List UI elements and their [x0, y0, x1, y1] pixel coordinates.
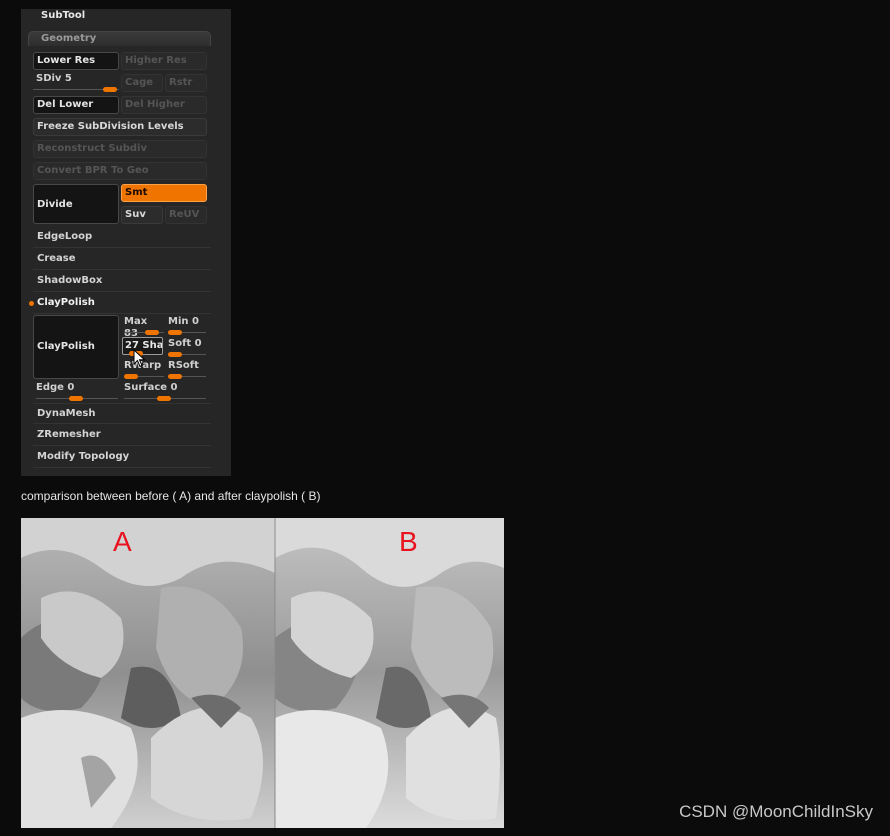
label-b: B	[399, 526, 418, 557]
sdiv-knob[interactable]	[103, 87, 117, 92]
higher-res-button[interactable]: Higher Res	[121, 52, 207, 70]
shadowbox-row[interactable]: ShadowBox	[33, 271, 211, 292]
surface-knob[interactable]	[157, 396, 171, 401]
comparison-caption: comparison between before ( A) and after…	[21, 489, 321, 503]
soft-knob[interactable]	[168, 352, 182, 357]
reuv-button[interactable]: ReUV	[165, 206, 207, 224]
modify-topology-row[interactable]: Modify Topology	[33, 447, 211, 468]
sdiv-slider[interactable]: SDiv 5	[33, 73, 119, 93]
edgeloop-row[interactable]: EdgeLoop	[33, 227, 211, 248]
subtool-panel: SubTool Geometry Lower Res Higher Res SD…	[21, 9, 231, 476]
max-label: Max 83	[124, 316, 148, 339]
label-a: A	[113, 526, 132, 557]
del-lower-button[interactable]: Del Lower	[33, 96, 119, 114]
min-label: Min 0	[168, 316, 199, 327]
lower-res-button[interactable]: Lower Res	[33, 52, 119, 70]
suv-toggle[interactable]: Suv	[121, 206, 163, 224]
rwarp-knob[interactable]	[124, 374, 138, 379]
comparison-image: A B	[21, 518, 504, 828]
watermark: CSDN @MoonChildInSky	[679, 802, 873, 821]
edge-label: Edge 0	[36, 382, 75, 393]
soft-slider[interactable]: Soft 0	[168, 338, 206, 357]
reconstruct-subdiv-button[interactable]: Reconstruct Subdiv	[33, 140, 207, 158]
rsoft-label: RSoft	[168, 360, 199, 371]
zremesher-row[interactable]: ZRemesher	[33, 425, 211, 446]
max-knob[interactable]	[145, 330, 159, 335]
smt-toggle[interactable]: Smt	[121, 184, 207, 202]
min-knob[interactable]	[168, 330, 182, 335]
crease-row[interactable]: Crease	[33, 249, 211, 270]
freeze-subdivision-button[interactable]: Freeze SubDivision Levels	[33, 118, 207, 136]
rstr-button[interactable]: Rstr	[165, 74, 207, 92]
dynamesh-row[interactable]: DynaMesh	[33, 403, 211, 424]
edge-slider[interactable]: Edge 0	[36, 382, 118, 401]
cage-button[interactable]: Cage	[121, 74, 163, 92]
rsoft-knob[interactable]	[168, 374, 182, 379]
min-slider[interactable]: Min 0	[168, 316, 206, 335]
edge-knob[interactable]	[69, 396, 83, 401]
sculpt-comparison-render	[21, 518, 504, 828]
claypolish-button[interactable]: ClayPolish	[33, 315, 119, 379]
geometry-group-header[interactable]: Geometry	[28, 31, 211, 46]
convert-bpr-button[interactable]: Convert BPR To Geo	[33, 162, 207, 180]
surface-label: Surface 0	[124, 382, 178, 393]
claypolish-row[interactable]: ClayPolish	[33, 293, 211, 314]
panel-title[interactable]: SubTool	[41, 9, 85, 25]
surface-slider[interactable]: Surface 0	[124, 382, 206, 401]
rsoft-slider[interactable]: RSoft	[168, 360, 206, 379]
sdiv-label: SDiv 5	[36, 73, 72, 84]
mouse-cursor-icon	[133, 349, 146, 368]
divide-button[interactable]: Divide	[33, 184, 119, 224]
soft-label: Soft 0	[168, 338, 202, 349]
max-slider[interactable]: Max 83	[124, 316, 164, 339]
del-higher-button[interactable]: Del Higher	[121, 96, 207, 114]
